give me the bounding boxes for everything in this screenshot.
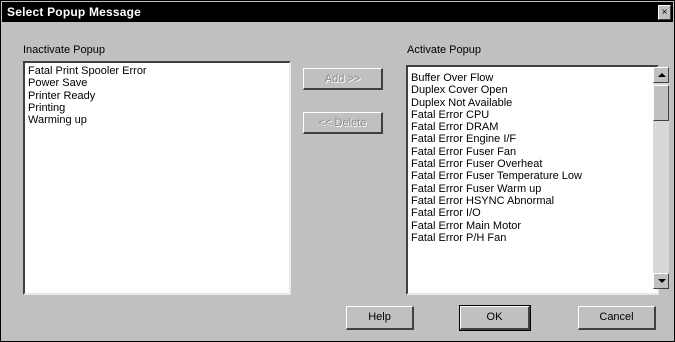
list-item[interactable]: Fatal Error CPU <box>411 109 657 121</box>
activate-popup-label: Activate Popup <box>407 44 481 56</box>
arrow-up-icon <box>658 73 666 77</box>
add-button[interactable]: Add >> <box>303 68 383 90</box>
activate-popup-list[interactable]: Buffer Over Flow Duplex Cover Open Duplex … <box>406 65 659 295</box>
window-title: Select Popup Message <box>7 5 142 19</box>
arrow-down-icon <box>658 279 666 283</box>
list-item[interactable]: Printer Ready <box>28 90 289 102</box>
list-item[interactable]: Fatal Error HSYNC Abnormal <box>411 195 657 207</box>
list-item[interactable]: Buffer Over Flow <box>411 72 657 84</box>
activate-list-scrollbar[interactable] <box>653 67 669 289</box>
list-item[interactable]: Fatal Error Engine I/F <box>411 133 657 145</box>
select-popup-dialog: Select Popup Message × Inactivate Popup … <box>0 0 675 342</box>
list-item[interactable]: Fatal Error P/H Fan <box>411 232 657 244</box>
list-item[interactable]: Warming up <box>28 114 289 126</box>
list-item[interactable]: Fatal Error Fuser Temperature Low <box>411 170 657 182</box>
list-item[interactable]: Fatal Print Spooler Error <box>28 65 289 77</box>
ok-button[interactable]: OK <box>459 305 531 331</box>
list-item[interactable]: Fatal Error Fuser Warm up <box>411 183 657 195</box>
list-item[interactable]: Fatal Error Main Motor <box>411 220 657 232</box>
delete-button[interactable]: << Delete <box>303 112 383 134</box>
list-item[interactable]: Fatal Error DRAM <box>411 121 657 133</box>
list-item[interactable]: Duplex Not Available <box>411 97 657 109</box>
list-item[interactable]: Duplex Cover Open <box>411 84 657 96</box>
inactivate-popup-label: Inactivate Popup <box>23 44 105 56</box>
inactivate-popup-list[interactable]: Fatal Print Spooler Error Power Save Print… <box>23 61 291 295</box>
list-item[interactable]: Fatal Error Fuser Fan <box>411 146 657 158</box>
cancel-button[interactable]: Cancel <box>578 306 656 330</box>
scroll-down-button[interactable] <box>653 273 669 289</box>
list-item[interactable]: Fatal Error Fuser Overheat <box>411 158 657 170</box>
close-icon[interactable]: × <box>658 5 671 20</box>
list-item[interactable]: Printing <box>28 102 289 114</box>
title-bar[interactable]: Select Popup Message × <box>2 2 673 22</box>
help-button[interactable]: Help <box>346 306 414 330</box>
scroll-up-button[interactable] <box>653 67 669 83</box>
list-item[interactable]: Power Save <box>28 77 289 89</box>
scrollbar-thumb[interactable] <box>653 85 669 121</box>
list-item[interactable]: Fatal Error I/O <box>411 207 657 219</box>
